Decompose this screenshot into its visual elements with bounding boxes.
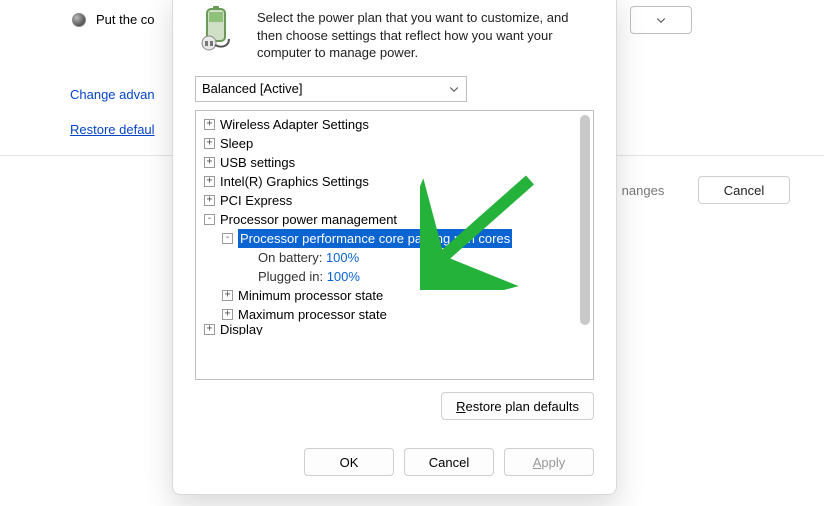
radio-icon	[72, 13, 86, 27]
bg-radio-label: Put the co	[96, 12, 155, 27]
expand-icon[interactable]: +	[222, 290, 233, 301]
power-plan-selected-value: Balanced [Active]	[202, 81, 448, 96]
tree-item-display[interactable]: +Display	[198, 324, 591, 335]
expand-icon[interactable]: +	[204, 119, 215, 130]
dialog-description: Select the power plan that you want to c…	[257, 5, 594, 62]
restore-plan-defaults-button[interactable]: Restore plan defaults	[441, 392, 594, 420]
collapse-icon[interactable]: -	[222, 233, 233, 244]
link-change-advanced[interactable]: Change advan	[70, 87, 155, 102]
bg-save-changes-button: nanges	[608, 176, 678, 204]
link-restore-defaults[interactable]: Restore defaul	[70, 122, 155, 137]
tree-item-processor-power-management[interactable]: -Processor power management	[198, 210, 591, 229]
tree-item-max-processor-state[interactable]: +Maximum processor state	[198, 305, 591, 324]
tree-setting-plugged-in[interactable]: Plugged in: 100%	[198, 267, 591, 286]
expand-icon[interactable]: +	[204, 195, 215, 206]
tree-item-core-parking-min-cores[interactable]: -Processor performance core parking min …	[198, 229, 591, 248]
expand-icon[interactable]: +	[204, 176, 215, 187]
tree-item-pci-express[interactable]: +PCI Express	[198, 191, 591, 210]
collapse-icon[interactable]: -	[204, 214, 215, 225]
chevron-down-icon	[448, 83, 460, 95]
tree-item-intel-graphics[interactable]: +Intel(R) Graphics Settings	[198, 172, 591, 191]
scrollbar-thumb[interactable]	[580, 115, 590, 325]
chevron-down-icon	[655, 14, 667, 26]
tree-setting-on-battery[interactable]: On battery: 100%	[198, 248, 591, 267]
tree-item-wireless[interactable]: +Wireless Adapter Settings	[198, 115, 591, 134]
expand-icon[interactable]: +	[204, 157, 215, 168]
ok-button[interactable]: OK	[304, 448, 394, 476]
cancel-button[interactable]: Cancel	[404, 448, 494, 476]
tree-item-min-processor-state[interactable]: +Minimum processor state	[198, 286, 591, 305]
bg-cancel-button[interactable]: Cancel	[698, 176, 790, 204]
settings-tree[interactable]: +Wireless Adapter Settings +Sleep +USB s…	[195, 110, 594, 380]
battery-plug-icon	[195, 5, 243, 53]
expand-icon[interactable]: +	[222, 309, 233, 320]
tree-item-sleep[interactable]: +Sleep	[198, 134, 591, 153]
tree-item-usb[interactable]: +USB settings	[198, 153, 591, 172]
apply-button: Apply	[504, 448, 594, 476]
power-options-advanced-dialog: Select the power plan that you want to c…	[172, 0, 617, 495]
expand-icon[interactable]: +	[204, 138, 215, 149]
power-plan-select[interactable]: Balanced [Active]	[195, 76, 467, 102]
value-link[interactable]: 100%	[327, 267, 360, 286]
expand-icon[interactable]: +	[204, 324, 215, 335]
bg-dropdown[interactable]	[630, 6, 692, 34]
value-link[interactable]: 100%	[326, 248, 359, 267]
